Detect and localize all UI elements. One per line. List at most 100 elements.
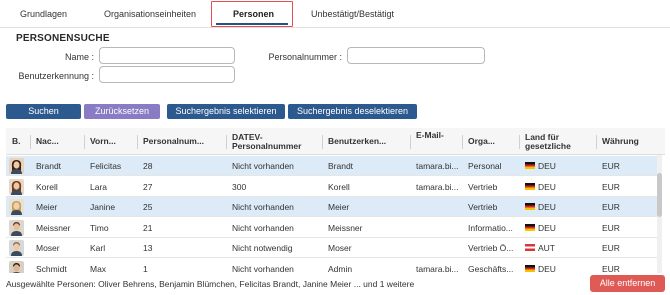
col-header-email[interactable]: E-Mail- [416, 128, 450, 155]
column-divider[interactable] [462, 135, 463, 149]
cell-waehrung: EUR [602, 181, 620, 192]
country-code: DEU [538, 161, 556, 171]
column-divider[interactable] [226, 135, 227, 149]
cell-email [416, 218, 466, 238]
select-results-button[interactable]: Suchergebnis selektieren [167, 104, 285, 119]
cell-waehrung: EUR [602, 202, 620, 212]
cell-datev: Nicht vorhanden [232, 161, 294, 171]
cell-benutzerkennung: Admin [328, 263, 353, 274]
col-header-bild[interactable]: B. [12, 128, 26, 155]
cell-personalnummer: 27 [143, 181, 153, 192]
col-header-vorname[interactable]: Vorn... [90, 128, 136, 155]
cell-vorname: Timo [90, 222, 109, 233]
cell-benutzerkennung: Moser [328, 243, 352, 253]
table-row[interactable]: Moser Karl 13 Nicht notwendig Moser Vertrieb … [6, 238, 657, 258]
deselect-results-button[interactable]: Suchergebnis deselektieren [288, 104, 417, 119]
cell-email: tamara.bi... [416, 161, 459, 171]
country-code: DEU [538, 263, 556, 274]
scrollbar-thumb[interactable] [657, 173, 662, 217]
reset-button[interactable]: Zurücksetzen [84, 104, 160, 119]
cell-personalnummer: 21 [143, 222, 153, 233]
table-scrollbar[interactable] [657, 155, 662, 273]
cell-nachname: Moser [36, 243, 60, 253]
table-row[interactable]: Meier Janine 25 Nicht vorhanden Meier Vertrie… [6, 197, 657, 217]
avatar [9, 240, 24, 256]
avatar [9, 260, 24, 273]
table-row[interactable]: Schmidt Max 1 Nicht vorhanden Admin tamara.bi… [6, 259, 657, 274]
column-divider[interactable] [519, 135, 520, 149]
cell-land: DEU [525, 156, 595, 176]
flag-germany-icon [525, 203, 535, 211]
cell-datev: Nicht notwendig [232, 243, 293, 253]
avatar [9, 178, 24, 195]
search-button[interactable]: Suchen [6, 104, 81, 119]
cell-personalnummer: 28 [143, 161, 153, 171]
cell-waehrung: EUR [602, 243, 620, 253]
col-header-orga[interactable]: Orga... [468, 128, 502, 155]
table-header: B. Nac... Vorn... Personalnum... DATEV-P… [6, 128, 665, 155]
tab-personen[interactable]: Personen [233, 9, 274, 19]
cell-waehrung: EUR [602, 263, 620, 274]
flag-germany-icon [525, 162, 535, 170]
cell-nachname: Schmidt [36, 263, 67, 274]
tab-unbestaetigt-bestaetigt[interactable]: Unbestätigt/Bestätigt [311, 9, 394, 19]
flag-germany-icon [525, 264, 535, 272]
cell-nachname: Korell [36, 181, 58, 192]
country-code: DEU [538, 222, 556, 233]
flag-germany-icon [525, 223, 535, 231]
personalnummer-input[interactable] [347, 47, 485, 64]
cell-orga: Vertrieb [468, 202, 498, 212]
cell-land: DEU [525, 218, 595, 238]
cell-vorname: Lara [90, 181, 108, 192]
col-header-datev[interactable]: DATEV-Personalnummer [232, 128, 316, 155]
cell-orga: Personal [468, 161, 502, 171]
cell-datev: Nicht vorhanden [232, 263, 294, 274]
column-divider[interactable] [30, 135, 31, 149]
column-divider[interactable] [322, 135, 323, 149]
personalnummer-label: Personalnummer : [268, 52, 342, 62]
remove-all-button[interactable]: Alle entfernen [590, 275, 665, 292]
cell-land: DEU [525, 259, 595, 274]
persons-table: B. Nac... Vorn... Personalnum... DATEV-P… [6, 128, 665, 273]
country-code: AUT [538, 243, 555, 253]
table-row[interactable]: Korell Lara 27 300 Korell tamara.bi... Vertrie… [6, 177, 657, 197]
cell-orga: Geschäfts... [468, 263, 514, 274]
flag-austria-icon [525, 244, 535, 252]
country-code: DEU [538, 181, 556, 192]
col-header-personalnummer[interactable]: Personalnum... [143, 128, 221, 155]
flag-germany-icon [525, 182, 535, 190]
column-divider[interactable] [596, 135, 597, 149]
cell-benutzerkennung: Meier [328, 202, 350, 212]
cell-nachname: Meier [36, 202, 58, 212]
col-header-land[interactable]: Land für gesetzliche [525, 128, 589, 155]
name-input[interactable] [99, 47, 235, 64]
column-divider[interactable] [410, 135, 411, 149]
col-header-nachname[interactable]: Nac... [36, 128, 80, 155]
benutzerkennung-input[interactable] [99, 66, 235, 83]
column-divider[interactable] [137, 135, 138, 149]
col-header-waehrung[interactable]: Währung [602, 128, 652, 155]
tab-grundlagen[interactable]: Grundlagen [20, 9, 67, 19]
cell-email: tamara.bi... [416, 263, 459, 274]
cell-land: AUT [525, 238, 595, 258]
cell-email [416, 238, 466, 258]
active-tab-underline [216, 23, 288, 25]
col-header-benutzerkennung[interactable]: Benutzerken... [328, 128, 406, 155]
cell-vorname: Karl [90, 243, 106, 253]
tab-bar: Grundlagen Organisationseinheiten Person… [0, 0, 670, 28]
cell-personalnummer: 25 [143, 202, 153, 212]
cell-datev: Nicht vorhanden [232, 202, 294, 212]
table-row[interactable]: Meissner Timo 21 Nicht vorhanden Meissner Inf… [6, 218, 657, 238]
cell-benutzerkennung: Brandt [328, 161, 354, 171]
cell-datev: Nicht vorhanden [232, 222, 294, 233]
cell-orga: Informatio... [468, 222, 513, 233]
cell-benutzerkennung: Korell [328, 181, 350, 192]
cell-personalnummer: 1 [143, 263, 148, 274]
country-code: DEU [538, 202, 556, 212]
tab-organisationseinheiten[interactable]: Organisationseinheiten [104, 9, 196, 19]
avatar [9, 219, 24, 236]
column-divider[interactable] [84, 135, 85, 149]
table-row[interactable]: Brandt Felicitas 28 Nicht vorhanden Brandt ta… [6, 156, 657, 176]
cell-orga: Vertrieb Ö... [468, 243, 514, 253]
cell-land: DEU [525, 177, 595, 197]
